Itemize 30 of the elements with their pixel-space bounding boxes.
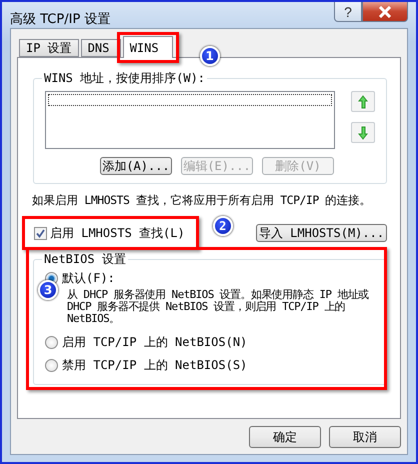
window-title: 高级 TCP/IP 设置 [10,11,112,28]
step-number: 1 [200,46,220,66]
close-button[interactable] [362,2,408,22]
option-description: 从 DHCP 服务器使用 NetBIOS 设置。如果使用静态 IP 地址或 DHCP 服务器不提供 NetBIOS 设置，则启用 TCP/IP 上的 NetBIOS。 [67,289,370,325]
help-button[interactable]: ? [334,2,362,22]
group-label: WINS 地址，按使用排序(W): [43,70,206,87]
move-up-button[interactable] [351,91,375,112]
tab[interactable]: IP 设置 [19,39,79,57]
import-button[interactable]: 导入 LMHOSTS(M)... [256,224,387,242]
group-label: NetBIOS 设置 [43,251,127,268]
up-arrow-icon [358,94,368,108]
tab[interactable]: WINS [122,36,173,58]
dialog-button[interactable]: 确定 [249,426,321,448]
down-arrow-icon [358,126,368,140]
dialog-button[interactable]: 取消 [329,426,401,448]
radio-button[interactable] [45,336,58,349]
step-number: 3 [38,280,58,300]
close-icon [378,6,392,18]
radio-label: 默认(F): [62,270,115,287]
step-number: 2 [212,216,233,236]
address-list[interactable] [45,91,335,149]
checkbox-label: 启用 LMHOSTS 查找(L) [50,224,185,242]
radio-button[interactable] [45,359,58,372]
highlight-frame [116,32,179,63]
checkbox[interactable] [34,226,47,240]
move-down-button[interactable] [351,122,375,143]
radio-label: 禁用 TCP/IP 上的 NetBIOS(S) [62,357,248,374]
radio-label: 启用 TCP/IP 上的 NetBIOS(N) [62,334,248,351]
lmhosts-note: 如果启用 LMHOSTS 查找，它将应用于所有启用 TCP/IP 的连接。 [32,193,372,208]
list-button[interactable]: 添加(A)... [100,157,172,175]
